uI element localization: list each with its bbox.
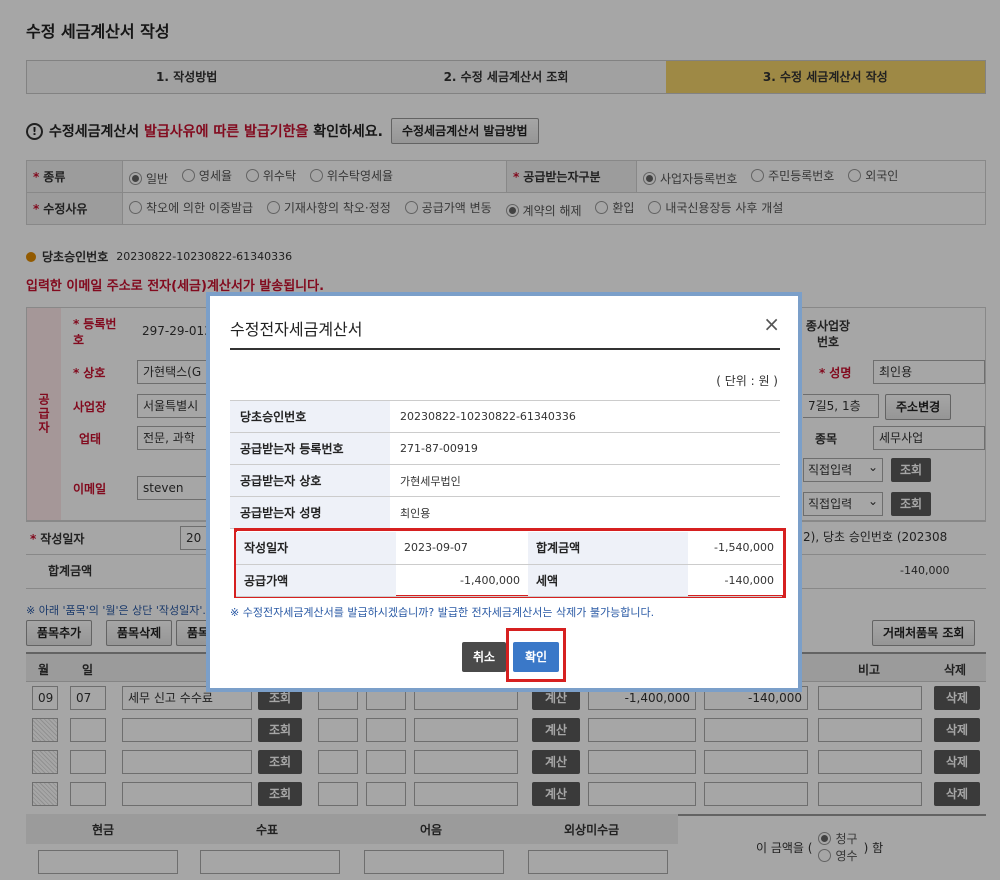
- modal-key: 당초승인번호: [230, 400, 390, 433]
- modal-key: 공급받는자 성명: [230, 496, 390, 529]
- modal-value: 20230822-10230822-61340336: [390, 400, 780, 433]
- date-key: 작성일자: [236, 532, 396, 565]
- modal-row-reg: 공급받는자 등록번호 271-87-00919: [230, 432, 780, 465]
- tax-value: -140,000: [688, 564, 782, 597]
- modal-row-name: 공급받는자 상호 가현세무법인: [230, 464, 780, 497]
- modal-value: 271-87-00919: [390, 432, 780, 465]
- modal-row-rep: 공급받는자 성명 최인용: [230, 496, 780, 529]
- tax-key: 세액: [528, 564, 688, 597]
- issue-warning: ※ 수정전자세금계산서를 발급하시겠습니까? 발급한 전자세금계산서는 삭제가 …: [230, 606, 655, 619]
- modal-row-date-total: 작성일자 2023-09-07 합계금액 -1,540,000: [236, 532, 782, 565]
- unit-label: ( 단위 : 원 ): [716, 374, 778, 388]
- supply-value: -1,400,000: [396, 564, 528, 597]
- modal-row-supply-tax: 공급가액 -1,400,000 세액 -140,000: [236, 564, 782, 597]
- close-icon[interactable]: ×: [763, 312, 780, 336]
- modal-amount-table: 작성일자 2023-09-07 합계금액 -1,540,000 공급가액 -1,…: [236, 532, 782, 597]
- modal-row-original: 당초승인번호 20230822-10230822-61340336: [230, 400, 780, 433]
- cancel-button[interactable]: 취소: [462, 642, 506, 672]
- modal-info-table: 당초승인번호 20230822-10230822-61340336 공급받는자 등…: [230, 400, 780, 529]
- confirm-modal: 수정전자세금계산서 × ( 단위 : 원 ) 당초승인번호 20230822-10…: [206, 292, 802, 692]
- supply-key: 공급가액: [236, 564, 396, 597]
- modal-value: 최인용: [390, 496, 780, 529]
- total-key: 합계금액: [528, 532, 688, 565]
- modal-key: 공급받는자 상호: [230, 464, 390, 497]
- modal-title: 수정전자세금계산서: [230, 320, 363, 339]
- modal-value: 가현세무법인: [390, 464, 780, 497]
- total-value: -1,540,000: [688, 532, 782, 565]
- modal-divider: [230, 348, 780, 350]
- modal-key: 공급받는자 등록번호: [230, 432, 390, 465]
- date-value: 2023-09-07: [396, 532, 528, 565]
- confirm-button[interactable]: 확인: [513, 642, 559, 672]
